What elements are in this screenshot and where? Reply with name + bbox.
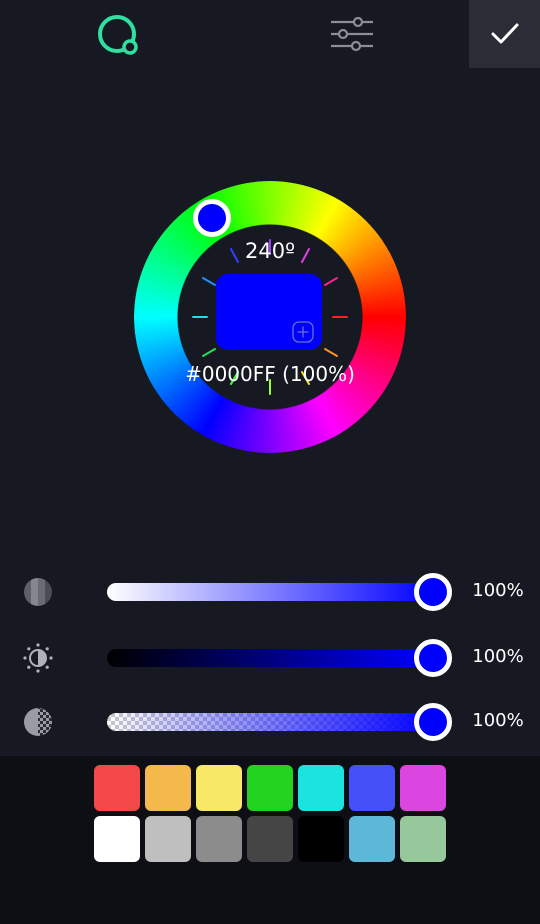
- add-color-button[interactable]: [292, 321, 314, 343]
- saturation-value: 100%: [472, 580, 524, 601]
- brightness-track[interactable]: [107, 649, 433, 667]
- palette-swatch[interactable]: [145, 765, 191, 811]
- saturation-row: 100%: [0, 570, 540, 614]
- top-bar: [0, 0, 540, 68]
- palette-swatch[interactable]: [94, 816, 140, 862]
- brightness-icon: [23, 643, 53, 673]
- hex-value-label: #0000FF (100%): [185, 362, 355, 386]
- sliders-icon: [331, 16, 373, 52]
- color-wheel-icon: [98, 15, 138, 55]
- saturation-icon: [24, 578, 52, 606]
- hue-handle[interactable]: [193, 199, 231, 237]
- brightness-row: 100%: [0, 636, 540, 680]
- palette-swatch[interactable]: [298, 816, 344, 862]
- palette-swatch[interactable]: [94, 765, 140, 811]
- palette-swatch[interactable]: [349, 765, 395, 811]
- brightness-thumb[interactable]: [414, 639, 452, 677]
- confirm-button[interactable]: [469, 0, 540, 68]
- hue-value-label: 240º: [245, 239, 295, 263]
- palette-swatch[interactable]: [247, 765, 293, 811]
- saturation-track[interactable]: [107, 583, 433, 601]
- color-palette: [0, 756, 540, 924]
- opacity-gradient: [107, 713, 433, 731]
- hue-wheel[interactable]: 240º #0000FF (100%): [134, 181, 406, 453]
- opacity-row: 100%: [0, 700, 540, 744]
- brightness-value: 100%: [472, 646, 524, 667]
- palette-swatch[interactable]: [196, 765, 242, 811]
- saturation-thumb[interactable]: [414, 573, 452, 611]
- palette-swatch[interactable]: [196, 816, 242, 862]
- palette-swatch[interactable]: [349, 816, 395, 862]
- palette-swatch[interactable]: [298, 765, 344, 811]
- palette-swatch[interactable]: [247, 816, 293, 862]
- palette-swatch[interactable]: [400, 816, 446, 862]
- palette-swatch[interactable]: [145, 816, 191, 862]
- checkmark-icon: [491, 23, 518, 44]
- plus-icon: [292, 321, 314, 343]
- palette-swatch[interactable]: [400, 765, 446, 811]
- tab-color-wheel[interactable]: [92, 10, 144, 62]
- opacity-track[interactable]: [107, 713, 433, 731]
- opacity-value: 100%: [472, 710, 524, 731]
- color-picker-screen: 240º #0000FF (100%) 100% 100% 100%: [0, 0, 540, 924]
- opacity-icon: [24, 708, 52, 736]
- opacity-thumb[interactable]: [414, 703, 452, 741]
- tab-sliders[interactable]: [326, 10, 378, 62]
